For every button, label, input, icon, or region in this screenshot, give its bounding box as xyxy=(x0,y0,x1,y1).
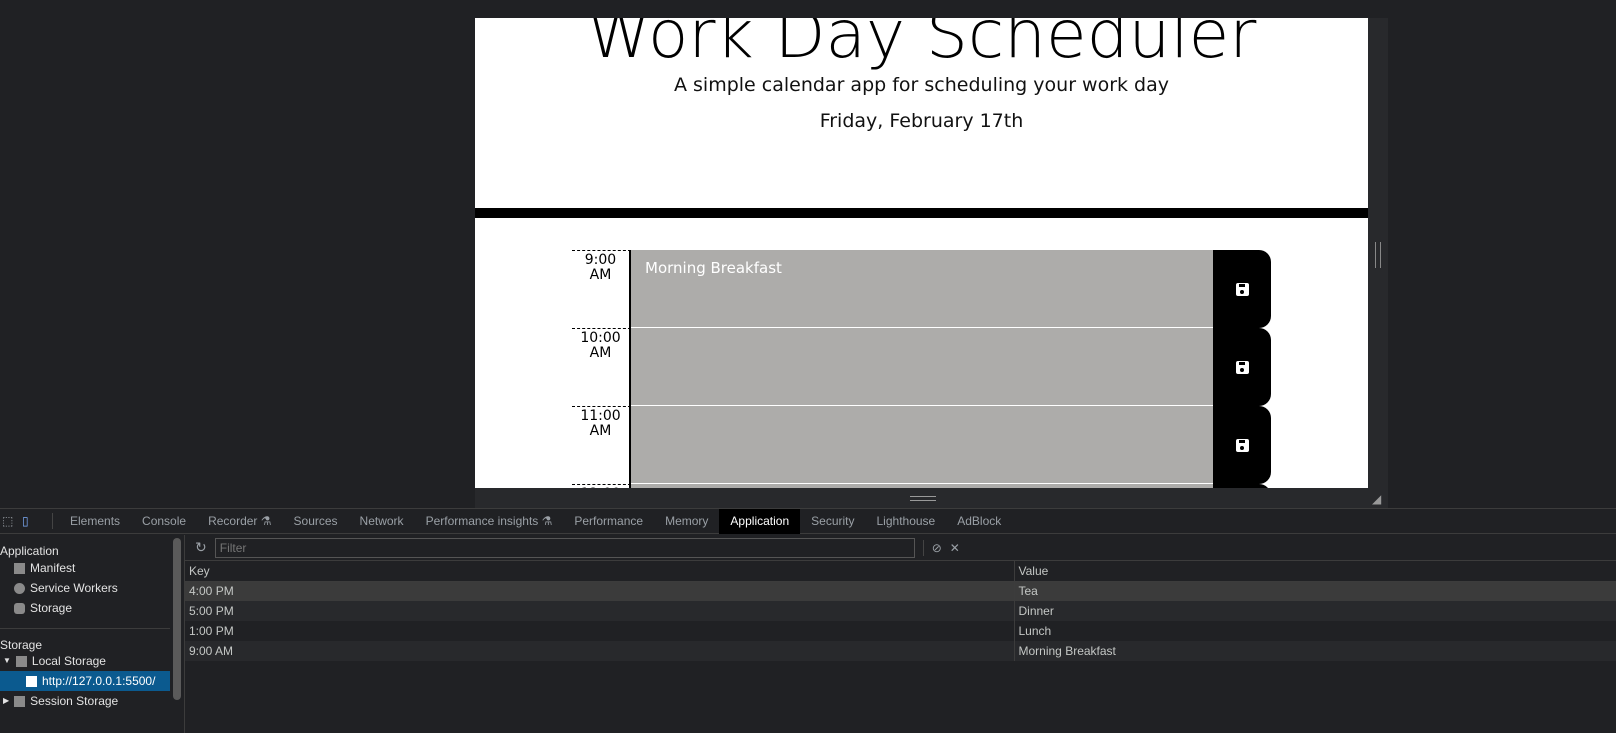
refresh-icon[interactable]: ↻ xyxy=(195,539,207,556)
value-cell[interactable]: Dinner xyxy=(1014,601,1616,621)
resize-handle-horizontal[interactable] xyxy=(910,496,936,501)
page-lead: A simple calendar app for scheduling you… xyxy=(673,74,1170,96)
save-button[interactable] xyxy=(1213,250,1271,328)
resize-handle-vertical[interactable] xyxy=(1375,242,1381,268)
tab-network[interactable]: Network xyxy=(349,509,415,534)
clear-all-icon[interactable]: ⊘ xyxy=(932,541,942,555)
table-row[interactable]: 4:00 PM Tea xyxy=(185,581,1616,601)
save-button[interactable] xyxy=(1213,406,1271,484)
database-icon xyxy=(14,602,25,614)
grid-icon xyxy=(26,675,37,687)
tab-elements[interactable]: Elements xyxy=(59,509,131,534)
key-cell[interactable]: 1:00 PM xyxy=(185,621,1015,641)
storage-view: ↻ ⊘ ✕ KeyValue 4:00 PMTea5:00 PMDinner1:… xyxy=(184,535,1616,733)
tab-lighthouse[interactable]: Lighthouse xyxy=(866,509,947,534)
sidebar-item-service-workers[interactable]: Service Workers xyxy=(0,578,170,598)
devtools-panel: ⬚ ▯ Elements Console Recorder ⚗ Sources Netw… xyxy=(0,508,1616,733)
key-cell[interactable]: 9:00 AM xyxy=(185,641,1015,661)
sidebar-item-manifest[interactable]: Manifest xyxy=(0,558,170,578)
key-cell[interactable]: 5:00 PM xyxy=(185,601,1015,621)
grid-icon xyxy=(15,655,27,667)
device-toolbar-icon[interactable]: ▯ xyxy=(22,514,46,528)
value-cell[interactable]: Lunch xyxy=(1014,621,1616,641)
event-description[interactable] xyxy=(631,406,1213,484)
expand-triangle-icon[interactable]: ▶ xyxy=(3,691,9,711)
sidebar-item-storage[interactable]: Storage xyxy=(0,598,170,618)
delete-selected-icon[interactable]: ✕ xyxy=(950,541,960,555)
value-cell[interactable]: Morning Breakfast xyxy=(1014,641,1616,661)
tab-performance-insights[interactable]: Performance insights ⚗ xyxy=(415,509,564,534)
table-row[interactable]: 1:00 PM Lunch xyxy=(185,621,1616,641)
value-cell[interactable]: Tea xyxy=(1014,581,1616,601)
resize-corner-icon[interactable]: ◢ xyxy=(1372,492,1381,506)
hour-label: 11:00 AM xyxy=(572,406,631,484)
filter-input[interactable] xyxy=(214,537,915,558)
storage-table: Key Value 4:00 PM Tea 5:00 PM Dinner 1:00 PM L… xyxy=(185,561,1616,661)
column-header-value[interactable]: Value xyxy=(1014,561,1616,582)
table-row[interactable]: 9:00 AM Morning Breakfast xyxy=(185,641,1616,661)
storage-toolbar: ↻ ⊘ ✕ xyxy=(185,535,1616,561)
time-block: 9:00 AM Morning Breakfast xyxy=(572,250,1271,328)
application-sidebar: Application Manifest Service Workers Sto… xyxy=(0,535,170,733)
sidebar-header-storage: Storage xyxy=(0,638,43,652)
save-icon xyxy=(1235,438,1249,452)
tab-security[interactable]: Security xyxy=(800,509,865,534)
header-divider xyxy=(475,208,1368,218)
tab-recorder[interactable]: Recorder ⚗ xyxy=(197,509,282,534)
inspect-element-icon[interactable]: ⬚ xyxy=(0,514,22,528)
expand-triangle-icon[interactable]: ▼ xyxy=(3,651,11,671)
page-title: Work Day Scheduler xyxy=(586,18,1257,73)
tab-console[interactable]: Console xyxy=(131,509,197,534)
file-icon xyxy=(14,562,25,574)
hour-label: 10:00 AM xyxy=(572,328,631,406)
page-viewport: Work Day Scheduler A simple calendar app… xyxy=(475,18,1368,488)
gear-icon xyxy=(14,582,25,594)
sidebar-item-local-storage[interactable]: ▼ Local Storage xyxy=(0,651,170,671)
sidebar-header-application: Application xyxy=(0,544,59,558)
sidebar-scrollbar[interactable] xyxy=(173,538,181,700)
column-header-key[interactable]: Key xyxy=(185,561,1015,582)
event-description[interactable] xyxy=(631,328,1213,406)
save-icon xyxy=(1235,360,1249,374)
table-row[interactable]: 5:00 PM Dinner xyxy=(185,601,1616,621)
time-block: 10:00 AM xyxy=(572,328,1271,406)
tab-performance[interactable]: Performance xyxy=(563,509,654,534)
sidebar-item-session-storage[interactable]: ▶ Session Storage xyxy=(0,691,170,711)
tab-memory[interactable]: Memory xyxy=(654,509,719,534)
save-icon xyxy=(1235,282,1249,296)
save-button[interactable] xyxy=(1213,328,1271,406)
tab-sources[interactable]: Sources xyxy=(283,509,349,534)
event-description[interactable]: Morning Breakfast xyxy=(631,250,1213,328)
key-cell[interactable]: 4:00 PM xyxy=(185,581,1015,601)
tab-application[interactable]: Application xyxy=(719,508,801,534)
tab-adblock[interactable]: AdBlock xyxy=(946,509,1012,534)
hour-label: 9:00 AM xyxy=(572,250,631,328)
sidebar-item-origin[interactable]: http://127.0.0.1:5500/ xyxy=(0,671,170,691)
current-date: Friday, February 17th xyxy=(819,110,1024,132)
devtools-tabbar: ⬚ ▯ Elements Console Recorder ⚗ Sources Netw… xyxy=(0,508,1616,534)
time-block: 11:00 AM xyxy=(572,406,1271,484)
grid-icon xyxy=(14,695,26,707)
